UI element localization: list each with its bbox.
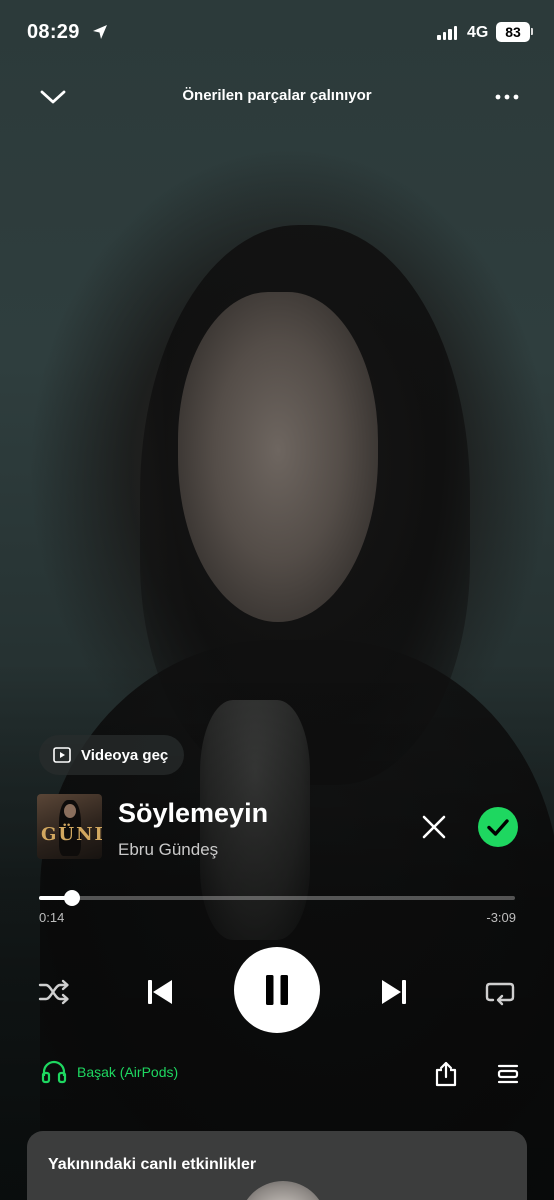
remaining-time: -3:09 <box>486 910 516 925</box>
skip-previous-icon <box>148 980 172 1004</box>
connected-device-name: Başak (AirPods) <box>77 1064 179 1080</box>
dismiss-track-button[interactable] <box>413 806 455 848</box>
network-type: 4G <box>467 24 489 41</box>
video-icon <box>53 747 71 763</box>
elapsed-time: 0:14 <box>39 910 65 925</box>
cover-lettering: GÜNDEŞ <box>41 824 102 845</box>
track-artist[interactable]: Ebru Gündeş <box>118 840 218 860</box>
live-events-title: Yakınındaki canlı etkinlikler <box>48 1156 257 1173</box>
progress-bar[interactable] <box>39 890 515 906</box>
repeat-icon <box>485 982 515 1006</box>
next-track-button[interactable] <box>372 970 416 1014</box>
pause-button[interactable] <box>234 947 320 1033</box>
battery-tip <box>531 28 533 35</box>
queue-button[interactable] <box>492 1058 524 1090</box>
location-arrow-icon <box>93 25 107 39</box>
cover-face <box>64 804 76 818</box>
skip-next-icon <box>382 980 406 1004</box>
status-bar: 08:29 4G 83 <box>0 0 554 66</box>
previous-track-button[interactable] <box>138 970 182 1014</box>
shuffle-icon <box>38 979 69 1005</box>
cellular-signal-icon <box>437 26 457 40</box>
live-events-card[interactable]: Yakınındaki canlı etkinlikler <box>27 1131 527 1200</box>
status-time: 08:29 <box>27 21 80 43</box>
share-icon <box>435 1061 457 1087</box>
check-circle-icon <box>478 807 518 847</box>
queue-icon <box>497 1064 519 1084</box>
saved-to-library-button[interactable] <box>476 805 520 849</box>
repeat-button[interactable] <box>480 972 520 1012</box>
track-title[interactable]: Söylemeyin <box>118 798 268 829</box>
more-options-button[interactable] <box>490 84 524 110</box>
connected-device-button[interactable]: Başak (AirPods) <box>41 1060 178 1084</box>
share-button[interactable] <box>430 1058 462 1090</box>
live-events-image <box>239 1181 327 1200</box>
headphones-icon <box>41 1060 67 1084</box>
context-title: Önerilen parçalar çalınıyor <box>182 87 372 104</box>
switch-to-video-label: Videoya geç <box>81 746 169 764</box>
close-icon <box>422 815 446 839</box>
battery-level: 83 <box>496 22 530 42</box>
album-cover[interactable]: GÜNDEŞ <box>37 794 102 859</box>
more-icon <box>495 94 519 100</box>
shuffle-button[interactable] <box>34 972 74 1012</box>
switch-to-video-button[interactable]: Videoya geç <box>39 735 185 775</box>
pause-icon <box>266 975 288 1005</box>
